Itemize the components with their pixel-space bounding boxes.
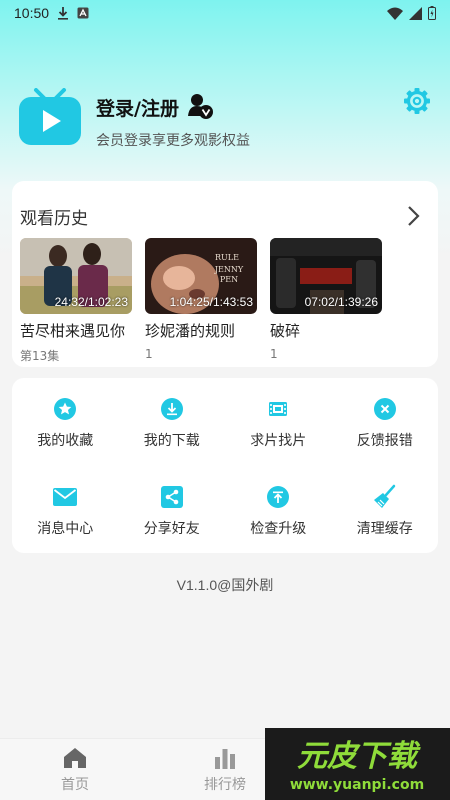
history-item-title: 珍妮潘的规则 [145, 322, 236, 340]
settings-gear-icon[interactable] [404, 88, 430, 114]
menu-item-clear-cache[interactable]: 清理缓存 [332, 484, 439, 540]
history-progress-time: 1:04:25/1:43:53 [169, 295, 253, 309]
status-time: 10:50 [14, 5, 50, 21]
vip-user-icon [188, 94, 213, 119]
menu-item-favorites[interactable]: 我的收藏 [12, 396, 119, 452]
history-item[interactable]: 24:32/1:02:23 苦尽柑来遇见你 第13集 [20, 238, 132, 364]
login-register-link[interactable]: 登录/注册 [96, 94, 179, 121]
svg-text:PEN: PEN [220, 275, 238, 284]
menu-item-messages[interactable]: 消息中心 [12, 484, 119, 540]
upgrade-icon [265, 484, 291, 510]
nav-home-label: 首页 [61, 777, 89, 793]
history-thumbnail[interactable]: RULE JENNY PEN 1:04:25/1:43:53 [145, 238, 257, 314]
svg-text:www.yuanpi.com: www.yuanpi.com [290, 777, 424, 793]
download-icon [159, 396, 185, 422]
menu-label: 反馈报错 [356, 433, 413, 449]
menu-item-downloads[interactable]: 我的下载 [119, 396, 226, 452]
download-status-icon [58, 7, 69, 20]
history-item-title: 苦尽柑来遇见你 [20, 322, 126, 340]
menu-item-request-movie[interactable]: 求片找片 [225, 396, 332, 452]
menu-label: 分享好友 [143, 521, 200, 537]
history-item-title: 破碎 [270, 322, 301, 340]
nav-ranking-label: 排行榜 [204, 777, 246, 793]
svg-text:JENNY: JENNY [214, 265, 244, 274]
menu-label: 我的收藏 [37, 433, 94, 449]
menu-label: 求片找片 [250, 433, 307, 449]
history-progress-time: 24:32/1:02:23 [54, 295, 128, 309]
signal-icon [409, 6, 422, 20]
app-version: V1.1.0@国外剧 [176, 577, 274, 593]
menu-label: 消息中心 [37, 521, 94, 537]
history-item-episode: 第13集 [20, 349, 60, 363]
nav-ranking[interactable]: 排行榜 [185, 747, 265, 794]
watermark-logo: 元皮下载 www.yuanpi.com [265, 728, 450, 800]
svg-text:元皮下载: 元皮下载 [297, 739, 421, 774]
close-circle-icon [372, 396, 398, 422]
watch-history-card: 观看历史 24:32/1:02:23 苦尽柑来遇见你 第13集 RULE JEN… [12, 181, 438, 367]
nav-home[interactable]: 首页 [35, 747, 115, 794]
menu-item-check-update[interactable]: 检查升级 [225, 484, 332, 540]
film-icon [265, 396, 291, 422]
history-item-episode: 1 [270, 347, 278, 361]
status-bar: 10:50 [0, 0, 450, 26]
home-icon [64, 748, 86, 768]
share-icon [159, 484, 185, 510]
history-item-episode: 1 [145, 347, 153, 361]
profile-header: 登录/注册 会员登录享更多观影权益 [18, 88, 432, 154]
wifi-icon [387, 7, 403, 20]
tv-logo-icon [19, 88, 81, 145]
chevron-right-icon[interactable] [406, 205, 420, 227]
menu-item-share[interactable]: 分享好友 [119, 484, 226, 540]
history-thumbnail[interactable]: 24:32/1:02:23 [20, 238, 132, 314]
history-progress-time: 07:02/1:39:26 [304, 295, 378, 309]
svg-text:RULE: RULE [215, 253, 239, 262]
bar-chart-icon [215, 749, 235, 769]
menu-label: 我的下载 [143, 433, 200, 449]
login-subtitle: 会员登录享更多观影权益 [96, 133, 250, 149]
watch-history-title: 观看历史 [20, 209, 88, 229]
history-thumbnail[interactable]: 07:02/1:39:26 [270, 238, 382, 314]
history-list: 24:32/1:02:23 苦尽柑来遇见你 第13集 RULE JENNY PE… [20, 238, 382, 364]
menu-item-feedback[interactable]: 反馈报错 [332, 396, 439, 452]
history-item[interactable]: RULE JENNY PEN 1:04:25/1:43:53 珍妮潘的规则 1 [145, 238, 257, 364]
mail-icon [52, 484, 78, 510]
broom-icon [372, 484, 398, 510]
star-icon [52, 396, 78, 422]
battery-icon [428, 6, 436, 20]
function-menu-card: 我的收藏 我的下载 求片找片 反馈报错 消息中心 分享好友 检查升级 清理缓存 [12, 378, 438, 553]
menu-label: 清理缓存 [356, 521, 413, 537]
app-status-icon [77, 7, 89, 19]
menu-label: 检查升级 [250, 521, 307, 537]
history-item[interactable]: 07:02/1:39:26 破碎 1 [270, 238, 382, 364]
